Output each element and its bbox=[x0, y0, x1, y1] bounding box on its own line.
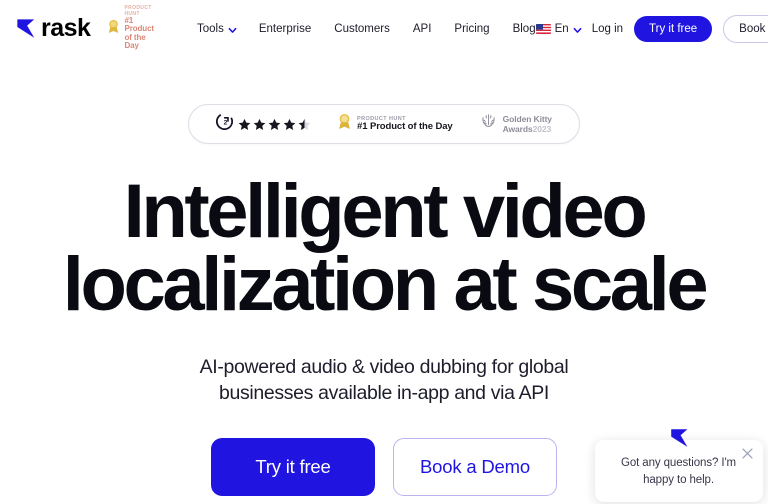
brand-wordmark: rask bbox=[41, 14, 91, 42]
nav-item-customers[interactable]: Customers bbox=[334, 23, 390, 35]
product-hunt-medal-icon bbox=[107, 19, 120, 39]
brand-logo[interactable]: rask bbox=[14, 14, 91, 42]
chevron-down-icon bbox=[228, 26, 237, 34]
rask-arrow-logo-icon bbox=[14, 16, 39, 41]
svg-text:2: 2 bbox=[224, 119, 228, 126]
g2-logo-icon: 2 bbox=[216, 112, 234, 135]
main-navigation: Tools Enterprise Customers API Pricing B… bbox=[197, 23, 536, 35]
header-book-a-demo-button[interactable]: Book a demo bbox=[723, 14, 768, 43]
hero-book-a-demo-button[interactable]: Book a Demo bbox=[393, 438, 557, 497]
nav-item-pricing[interactable]: Pricing bbox=[454, 23, 489, 35]
hero-ph-title: #1 Product of the Day bbox=[357, 120, 453, 132]
awards-badge-bar: 2 PRODUCT HUNT #1 Product of the Day Gol… bbox=[188, 104, 580, 144]
nav-item-tools[interactable]: Tools bbox=[196, 22, 237, 35]
subheadline-line-1: AI-powered audio & video dubbing for glo… bbox=[199, 355, 569, 378]
hero-try-it-free-button[interactable]: Try it free bbox=[211, 438, 375, 497]
nav-item-blog[interactable]: Blog bbox=[513, 23, 536, 35]
language-selector[interactable]: En bbox=[535, 22, 582, 35]
header-actions: En Log in Try it free Book a demo bbox=[535, 14, 768, 43]
g2-rating-badge[interactable]: 2 bbox=[203, 112, 324, 135]
header-product-hunt-badge[interactable]: PRODUCT HUNT #1 Product of the Day bbox=[107, 6, 154, 50]
nav-label-tools: Tools bbox=[196, 22, 224, 35]
golden-kitty-text: Golden Kitty Awards2023 bbox=[503, 114, 552, 134]
golden-kitty-awards-label: Awards bbox=[502, 124, 533, 134]
golden-kitty-line1: Golden Kitty bbox=[502, 113, 552, 124]
hero-subheadline: AI-powered audio & video dubbing for glo… bbox=[0, 354, 768, 406]
header-product-hunt-text: PRODUCT HUNT #1 Product of the Day bbox=[124, 6, 154, 50]
hero-product-hunt-badge[interactable]: PRODUCT HUNT #1 Product of the Day bbox=[324, 113, 466, 135]
header-ph-title: #1 Product of the Day bbox=[124, 15, 154, 51]
hero-section: 2 PRODUCT HUNT #1 Product of the Day Gol… bbox=[0, 57, 768, 504]
site-header: rask PRODUCT HUNT #1 Product of the Day … bbox=[0, 0, 768, 57]
headline-line-2: localization at scale bbox=[62, 241, 709, 327]
chat-avatar bbox=[667, 425, 693, 451]
chevron-down-icon bbox=[573, 26, 582, 34]
golden-kitty-badge[interactable]: Golden Kitty Awards2023 bbox=[466, 112, 565, 136]
us-flag-icon bbox=[535, 23, 551, 34]
chat-message-text: Got any questions? I'm happy to help. bbox=[620, 457, 737, 487]
hero-ph-text: PRODUCT HUNT #1 Product of the Day bbox=[357, 116, 453, 132]
nav-item-api[interactable]: API bbox=[413, 23, 432, 35]
laurel-wreath-icon bbox=[479, 112, 498, 136]
subheadline-line-2: businesses available in-app and via API bbox=[219, 382, 549, 405]
product-hunt-medal-icon bbox=[337, 113, 352, 135]
golden-kitty-year: 2023 bbox=[532, 124, 552, 134]
g2-star-rating bbox=[238, 118, 311, 131]
language-label: En bbox=[554, 22, 569, 35]
header-try-it-free-button[interactable]: Try it free bbox=[634, 15, 713, 42]
golden-kitty-line2: Awards2023 bbox=[503, 124, 552, 134]
chat-message-bubble[interactable]: Got any questions? I'm happy to help. bbox=[595, 429, 763, 503]
nav-item-enterprise[interactable]: Enterprise bbox=[259, 23, 311, 35]
close-icon[interactable] bbox=[741, 447, 754, 460]
page-title: Intelligent video localization at scale bbox=[0, 174, 768, 323]
login-link[interactable]: Log in bbox=[592, 23, 623, 35]
